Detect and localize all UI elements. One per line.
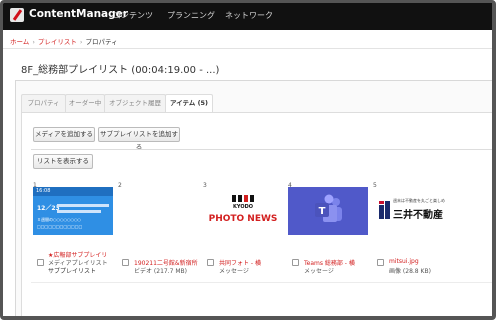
item-type: メッセージ <box>219 268 249 275</box>
add-subplaylist-button[interactable]: サブプレイリストを追加する <box>98 127 180 151</box>
item-checkbox[interactable] <box>207 259 214 266</box>
page-title: 8F_総務部プレイリスト (00:04:19.00 - ...) <box>21 65 220 76</box>
kyodo-wordmark: KYODO <box>233 204 253 210</box>
nav-item-content[interactable]: コンテンツ <box>113 10 153 21</box>
breadcrumb-playlist[interactable]: プレイリスト <box>38 38 77 46</box>
item-type: ビデオ (217.7 MB) <box>134 268 187 275</box>
item-checkbox[interactable] <box>122 259 129 266</box>
item-type: 画像 (28.8 KB) <box>389 268 431 275</box>
screen-clock: 16:08 <box>36 188 51 194</box>
kyodo-logo-icon <box>232 195 254 202</box>
tab-items[interactable]: アイテム (5) <box>165 94 213 112</box>
screen-text-line <box>57 204 109 207</box>
screen-caption: Ｘ週間の○○○○○○○○ <box>37 217 81 222</box>
breadcrumb-divider <box>3 48 492 49</box>
item-checkbox[interactable] <box>37 259 44 266</box>
photo-news-heading: PHOTO NEWS <box>208 214 278 224</box>
screen-text-line <box>57 210 101 213</box>
tab-object-history[interactable]: オブジェクト履歴 <box>104 94 166 112</box>
item-thumbnail-subplaylist[interactable]: 16:08 12／23 Ｘ週間の○○○○○○○○ □□□□□□□□□□□□ <box>33 187 113 235</box>
item-kind: サブプレイリスト <box>48 268 97 275</box>
item-thumbnail-video[interactable] <box>118 187 198 235</box>
top-nav-bar: ContentManager コンテンツ プランニング ネットワーク <box>3 3 492 30</box>
list-divider <box>31 282 492 283</box>
tab-ordering[interactable]: オーダー中 <box>65 94 105 112</box>
breadcrumb: ホーム › プレイリスト › プロパティ <box>10 36 118 46</box>
add-media-button[interactable]: メディアを追加する <box>33 127 95 142</box>
breadcrumb-separator: › <box>79 38 83 46</box>
mitsui-tagline: 週末は不動産を丸ごと楽しめ <box>393 198 445 203</box>
screen-caption: □□□□□□□□□□□□ <box>37 224 83 229</box>
show-list-button[interactable]: リストを表示する <box>33 154 93 169</box>
breadcrumb-home[interactable]: ホーム <box>10 38 29 46</box>
breadcrumb-current: プロパティ <box>85 38 118 46</box>
svg-text:T: T <box>319 206 326 217</box>
breadcrumb-separator: › <box>32 38 35 46</box>
button-divider <box>31 149 492 150</box>
item-title-link[interactable]: mitsui.jpg <box>389 258 419 265</box>
tab-properties[interactable]: プロパティ <box>21 94 66 112</box>
mitsui-wordmark: 三井不動産 <box>393 210 443 221</box>
item-checkbox[interactable] <box>377 259 384 266</box>
nav-item-network[interactable]: ネットワーク <box>225 10 273 21</box>
nav-item-planning[interactable]: プランニング <box>167 10 215 21</box>
teams-icon: T <box>315 194 342 222</box>
item-thumbnail-mitsui[interactable]: 週末は不動産を丸ごと楽しめ 三井不動産 <box>373 187 453 235</box>
item-thumbnail-teams[interactable]: T <box>288 187 368 235</box>
item-type: メッセージ <box>304 268 334 275</box>
item-checkbox[interactable] <box>292 259 299 266</box>
item-thumbnail-kyodo[interactable]: KYODO PHOTO NEWS <box>203 187 283 235</box>
app-logo-icon[interactable] <box>10 8 24 22</box>
app-window: ContentManager コンテンツ プランニング ネットワーク ホーム › プ… <box>0 0 496 320</box>
